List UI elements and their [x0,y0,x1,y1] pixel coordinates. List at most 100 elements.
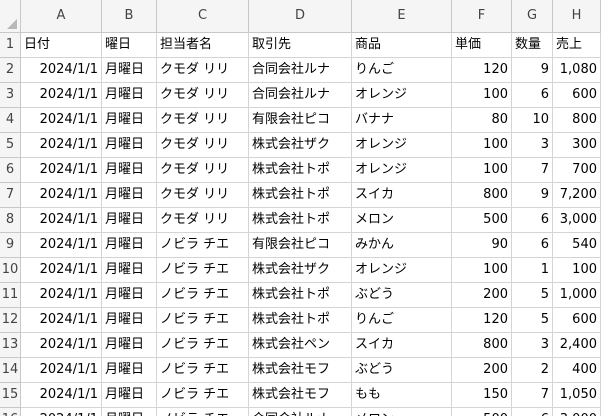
data-cell[interactable]: 合同会社ルナ [249,408,352,416]
data-cell[interactable]: 500 [452,408,512,416]
data-cell[interactable]: 5 [512,283,553,308]
row-number[interactable]: 9 [0,233,21,258]
column-header-e[interactable]: E [352,0,452,33]
data-cell[interactable]: 有限会社ピコ [249,233,352,258]
data-cell[interactable]: 月曜日 [102,383,157,408]
row-number[interactable]: 11 [0,283,21,308]
row-number[interactable]: 4 [0,108,21,133]
data-cell[interactable]: 100 [452,133,512,158]
data-cell[interactable]: 150 [452,383,512,408]
data-cell[interactable]: 2024/1/1 [21,333,102,358]
header-cell[interactable]: 日付 [21,33,102,58]
data-cell[interactable]: 120 [452,58,512,83]
data-cell[interactable]: 2024/1/1 [21,183,102,208]
data-cell[interactable]: 株式会社トポ [249,183,352,208]
column-header-c[interactable]: C [157,0,249,33]
data-cell[interactable]: 2,400 [553,333,601,358]
data-cell[interactable]: 月曜日 [102,308,157,333]
data-cell[interactable]: ノビラ チエ [157,358,249,383]
data-cell[interactable]: オレンジ [352,158,452,183]
data-cell[interactable]: ぶどう [352,358,452,383]
data-cell[interactable]: 月曜日 [102,233,157,258]
data-cell[interactable]: 株式会社トポ [249,208,352,233]
row-number[interactable]: 13 [0,333,21,358]
data-cell[interactable]: 6 [512,233,553,258]
row-number[interactable]: 2 [0,58,21,83]
data-cell[interactable]: ノビラ チエ [157,408,249,416]
data-cell[interactable]: 80 [452,108,512,133]
data-cell[interactable]: 3 [512,333,553,358]
data-cell[interactable]: 月曜日 [102,108,157,133]
column-header-b[interactable]: B [102,0,157,33]
data-cell[interactable]: クモダ リリ [157,58,249,83]
data-cell[interactable]: 2024/1/1 [21,358,102,383]
data-cell[interactable]: 株式会社ザク [249,133,352,158]
data-cell[interactable]: 2024/1/1 [21,83,102,108]
data-cell[interactable]: クモダ リリ [157,208,249,233]
data-cell[interactable]: 500 [452,208,512,233]
data-cell[interactable]: 100 [452,83,512,108]
header-cell[interactable]: 売上 [553,33,601,58]
data-cell[interactable]: オレンジ [352,83,452,108]
data-cell[interactable]: 月曜日 [102,133,157,158]
data-cell[interactable]: もも [352,383,452,408]
data-cell[interactable]: 2024/1/1 [21,383,102,408]
data-cell[interactable]: 株式会社モフ [249,358,352,383]
data-cell[interactable]: 月曜日 [102,83,157,108]
data-cell[interactable]: オレンジ [352,133,452,158]
data-cell[interactable]: 月曜日 [102,158,157,183]
data-cell[interactable]: 9 [512,58,553,83]
data-cell[interactable]: メロン [352,408,452,416]
data-cell[interactable]: 540 [553,233,601,258]
data-cell[interactable]: 株式会社トポ [249,283,352,308]
data-cell[interactable]: スイカ [352,333,452,358]
data-cell[interactable]: ノビラ チエ [157,233,249,258]
data-cell[interactable]: ノビラ チエ [157,333,249,358]
data-cell[interactable]: 2024/1/1 [21,133,102,158]
row-number[interactable]: 15 [0,383,21,408]
data-cell[interactable]: 5 [512,308,553,333]
data-cell[interactable]: 6 [512,208,553,233]
data-cell[interactable]: 800 [553,108,601,133]
row-number[interactable]: 16 [0,408,21,416]
data-cell[interactable]: 株式会社ザク [249,258,352,283]
row-number[interactable]: 6 [0,158,21,183]
data-cell[interactable]: 2 [512,358,553,383]
data-cell[interactable]: ノビラ チエ [157,383,249,408]
data-cell[interactable]: ノビラ チエ [157,258,249,283]
data-cell[interactable]: 1 [512,258,553,283]
row-number[interactable]: 5 [0,133,21,158]
data-cell[interactable]: 7 [512,158,553,183]
data-cell[interactable]: 株式会社トポ [249,158,352,183]
row-number[interactable]: 10 [0,258,21,283]
data-cell[interactable]: バナナ [352,108,452,133]
data-cell[interactable]: クモダ リリ [157,158,249,183]
data-cell[interactable]: 3,000 [553,408,601,416]
header-cell[interactable]: 数量 [512,33,553,58]
data-cell[interactable]: りんご [352,58,452,83]
data-cell[interactable]: 10 [512,108,553,133]
data-cell[interactable]: 1,080 [553,58,601,83]
select-all-corner[interactable] [0,0,21,33]
data-cell[interactable]: 200 [452,283,512,308]
row-number[interactable]: 14 [0,358,21,383]
data-cell[interactable]: 2024/1/1 [21,408,102,416]
data-cell[interactable]: 100 [553,258,601,283]
data-cell[interactable]: 3 [512,133,553,158]
header-cell[interactable]: 商品 [352,33,452,58]
data-cell[interactable]: 月曜日 [102,58,157,83]
data-cell[interactable]: 6 [512,83,553,108]
data-cell[interactable]: クモダ リリ [157,108,249,133]
data-cell[interactable]: 2024/1/1 [21,208,102,233]
data-cell[interactable]: 600 [553,83,601,108]
data-cell[interactable]: 1,050 [553,383,601,408]
data-cell[interactable]: 300 [553,133,601,158]
data-cell[interactable]: 400 [553,358,601,383]
data-cell[interactable]: 2024/1/1 [21,58,102,83]
data-cell[interactable]: 月曜日 [102,358,157,383]
data-cell[interactable]: 7,200 [553,183,601,208]
data-cell[interactable]: クモダ リリ [157,133,249,158]
data-cell[interactable]: 2024/1/1 [21,308,102,333]
data-cell[interactable]: 月曜日 [102,258,157,283]
column-header-g[interactable]: G [512,0,553,33]
